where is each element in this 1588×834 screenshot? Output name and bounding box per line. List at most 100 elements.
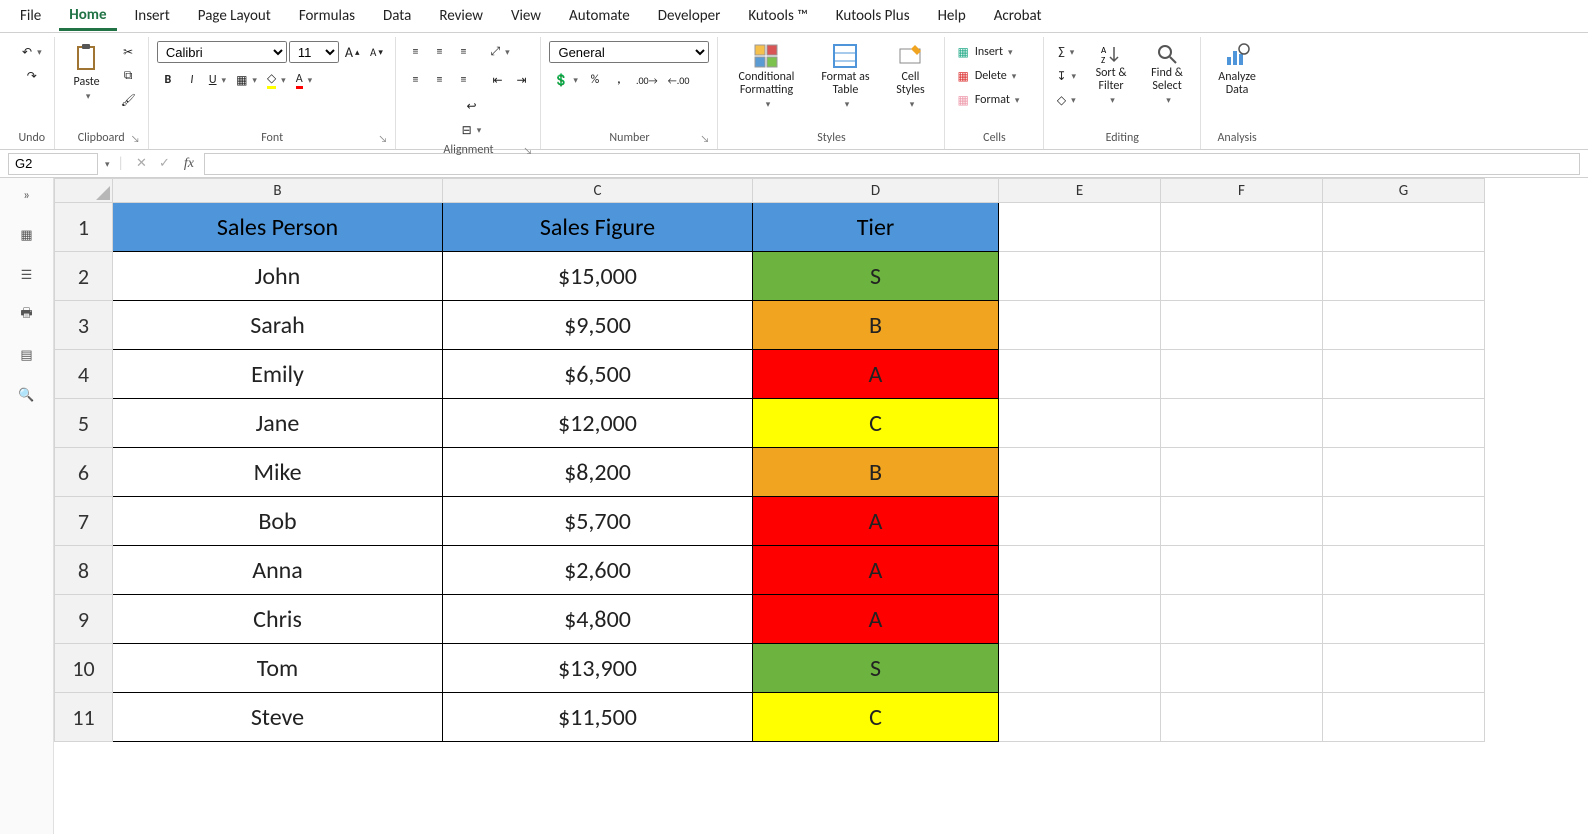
cell-person[interactable]: Mike <box>113 448 443 497</box>
siderail-btn-5[interactable]: 🔍 <box>13 384 41 406</box>
siderail-btn-3[interactable]: 🖶 <box>13 304 41 326</box>
menu-tab-acrobat[interactable]: Acrobat <box>984 3 1052 29</box>
comma-button[interactable]: , <box>608 69 630 91</box>
cell[interactable] <box>1161 350 1323 399</box>
accounting-button[interactable]: 💲 <box>549 69 581 91</box>
column-header-F[interactable]: F <box>1161 179 1323 203</box>
font-size-select[interactable]: 11 <box>289 41 339 63</box>
row-header-3[interactable]: 3 <box>55 301 113 350</box>
cell[interactable] <box>1161 448 1323 497</box>
siderail-btn-1[interactable]: ▦ <box>13 224 41 246</box>
spreadsheet-grid[interactable]: BCDEFG 1Sales PersonSales FigureTier2Joh… <box>54 178 1588 834</box>
row-header-2[interactable]: 2 <box>55 252 113 301</box>
align-center-button[interactable]: ≡ <box>428 69 450 91</box>
clipboard-launcher[interactable]: ↘ <box>131 132 140 145</box>
menu-tab-review[interactable]: Review <box>429 3 493 29</box>
column-header-D[interactable]: D <box>753 179 999 203</box>
cell-figure[interactable]: $2,600 <box>443 546 753 595</box>
cell[interactable] <box>999 448 1161 497</box>
cell[interactable] <box>1323 203 1485 252</box>
menu-tab-help[interactable]: Help <box>928 3 976 29</box>
cell[interactable] <box>1161 301 1323 350</box>
cell[interactable] <box>1323 301 1485 350</box>
format-as-table-button[interactable]: Format as Table <box>812 41 878 112</box>
italic-button[interactable]: I <box>181 69 203 91</box>
cell[interactable] <box>1161 546 1323 595</box>
align-top-button[interactable]: ≡ <box>404 41 426 63</box>
cell-figure[interactable]: $8,200 <box>443 448 753 497</box>
cell[interactable] <box>1323 497 1485 546</box>
cell-person[interactable]: Emily <box>113 350 443 399</box>
cell[interactable] <box>1161 497 1323 546</box>
column-header-E[interactable]: E <box>999 179 1161 203</box>
number-launcher[interactable]: ↘ <box>701 132 710 145</box>
decrease-indent-button[interactable]: ⇤ <box>486 69 508 91</box>
cell-person[interactable]: Anna <box>113 546 443 595</box>
menu-tab-data[interactable]: Data <box>373 3 421 29</box>
menu-tab-kutools-plus[interactable]: Kutools Plus <box>826 3 920 29</box>
cell-person[interactable]: Steve <box>113 693 443 742</box>
cell-figure[interactable]: $12,000 <box>443 399 753 448</box>
cell-tier[interactable]: C <box>753 693 999 742</box>
row-header-5[interactable]: 5 <box>55 399 113 448</box>
cell-figure[interactable]: $15,000 <box>443 252 753 301</box>
cell[interactable] <box>999 252 1161 301</box>
decrease-decimal-button[interactable]: ←.00 <box>664 69 694 91</box>
cell-tier[interactable]: A <box>753 497 999 546</box>
row-header-1[interactable]: 1 <box>55 203 113 252</box>
cell[interactable] <box>1323 546 1485 595</box>
format-painter-button[interactable]: 🖌 <box>117 89 140 111</box>
cell-figure[interactable]: $13,900 <box>443 644 753 693</box>
font-name-select[interactable]: Calibri <box>157 41 287 63</box>
menu-tab-formulas[interactable]: Formulas <box>289 3 365 29</box>
cell[interactable] <box>1161 644 1323 693</box>
cell-tier[interactable]: S <box>753 644 999 693</box>
menu-tab-page-layout[interactable]: Page Layout <box>188 3 281 29</box>
sort-filter-button[interactable]: AZ Sort & Filter <box>1086 41 1136 108</box>
row-header-11[interactable]: 11 <box>55 693 113 742</box>
row-header-10[interactable]: 10 <box>55 644 113 693</box>
cell-person[interactable]: John <box>113 252 443 301</box>
cell[interactable] <box>1161 203 1323 252</box>
increase-font-button[interactable]: A▴ <box>341 41 364 63</box>
cell[interactable] <box>999 203 1161 252</box>
cell-person[interactable]: Bob <box>113 497 443 546</box>
cell-tier[interactable]: S <box>753 252 999 301</box>
cell-figure[interactable]: $9,500 <box>443 301 753 350</box>
cell[interactable] <box>999 546 1161 595</box>
cell[interactable] <box>999 497 1161 546</box>
cell-tier[interactable]: A <box>753 350 999 399</box>
cell[interactable] <box>999 644 1161 693</box>
menu-tab-file[interactable]: File <box>10 3 51 29</box>
menu-tab-developer[interactable]: Developer <box>648 3 731 29</box>
analyze-data-button[interactable]: Analyze Data <box>1209 41 1265 99</box>
conditional-formatting-button[interactable]: Conditional Formatting <box>726 41 806 112</box>
cell[interactable] <box>999 693 1161 742</box>
paste-button[interactable]: Paste <box>63 41 111 104</box>
fx-icon[interactable]: fx <box>178 156 200 172</box>
cell[interactable] <box>1323 595 1485 644</box>
redo-button[interactable]: ↷ <box>18 65 46 87</box>
undo-button[interactable]: ↶ <box>18 41 46 63</box>
font-color-button[interactable]: A <box>292 69 316 91</box>
siderail-expand-button[interactable]: » <box>13 184 41 206</box>
align-right-button[interactable]: ≡ <box>452 69 474 91</box>
align-left-button[interactable]: ≡ <box>404 69 426 91</box>
format-cells-button[interactable]: ▦Format <box>953 89 1035 111</box>
table-header-cell[interactable]: Sales Person <box>113 203 443 252</box>
menu-tab-kutools-[interactable]: Kutools ™ <box>738 3 817 29</box>
select-all-corner[interactable] <box>55 179 113 203</box>
cell[interactable] <box>1161 693 1323 742</box>
cell[interactable] <box>1323 350 1485 399</box>
merge-center-button[interactable]: ⊟ <box>410 119 532 141</box>
cell-tier[interactable]: A <box>753 546 999 595</box>
insert-cells-button[interactable]: ▦Insert <box>953 41 1035 63</box>
increase-decimal-button[interactable]: .00→ <box>632 69 662 91</box>
siderail-btn-4[interactable]: ▤ <box>13 344 41 366</box>
fill-color-button[interactable]: ◇ <box>263 69 290 91</box>
enter-formula-button[interactable]: ✓ <box>155 156 174 171</box>
underline-button[interactable]: U <box>205 69 230 91</box>
percent-button[interactable]: % <box>584 69 606 91</box>
number-format-select[interactable]: General <box>549 41 709 63</box>
cell-figure[interactable]: $11,500 <box>443 693 753 742</box>
